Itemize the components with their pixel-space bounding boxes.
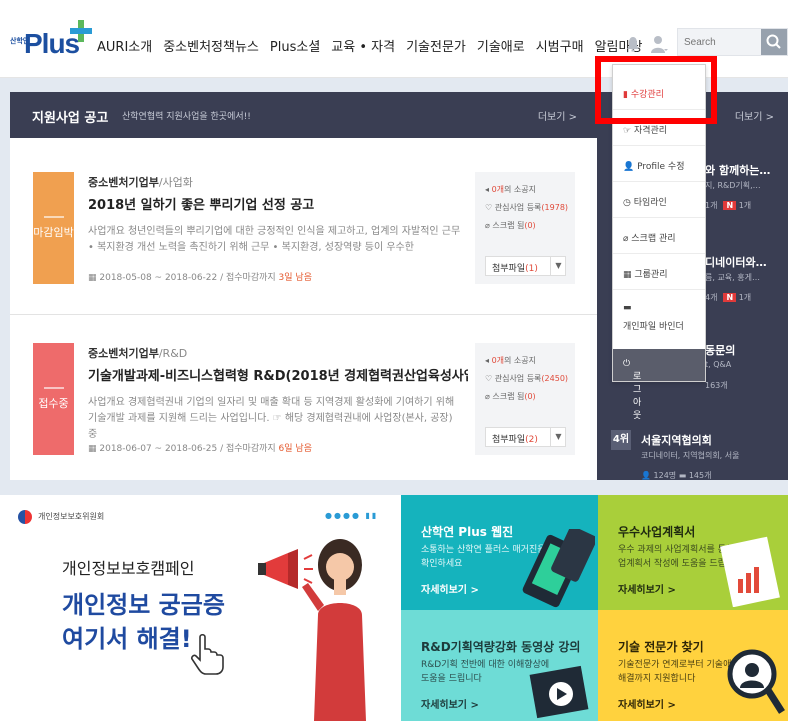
main-nav: AURI소개 중소벤처정책뉴스 Plus소셜 교육 • 자격 기술전문가 기술애… xyxy=(97,36,642,55)
user-icon[interactable] xyxy=(650,34,668,54)
notice-org: 중소벤처기업부/R&D xyxy=(88,347,188,360)
webzine-more-link[interactable]: 자세히보기 > xyxy=(421,581,479,596)
find-expert-more-link[interactable]: 자세히보기 > xyxy=(618,696,676,711)
bell-icon[interactable] xyxy=(626,36,640,52)
nav-item-experts[interactable]: 기술전문가 xyxy=(406,36,466,55)
search-icon xyxy=(766,34,781,49)
nav-item-social[interactable]: Plus소셜 xyxy=(270,36,320,55)
menu-item-profile[interactable]: 👤 Profile 수정 xyxy=(623,159,684,172)
interest-button[interactable]: ♡ 관심사업 등록(1978) xyxy=(485,202,568,213)
tile-find-expert[interactable]: 기술 전문가 찾기 기술전문가 연계로부터 기술애로 해결까지 지원합니다 자세… xyxy=(598,610,788,721)
new-badge: N xyxy=(723,293,737,302)
folder-icon: ▬ xyxy=(623,303,632,313)
banner-line2: 개인정보 궁금증 xyxy=(62,591,225,619)
scrap-button[interactable]: ⌀ 스크랩 됨(0) xyxy=(485,220,536,231)
nav-item-education[interactable]: 교육 • 자격 xyxy=(331,36,395,55)
interest-button[interactable]: ♡ 관심사업 등록(2450) xyxy=(485,373,568,384)
campaign-banner[interactable]: 개인정보보호위원회 ●●●● ▮▮ 개인정보보호캠페인 개인정보 궁금증 여기서… xyxy=(0,495,401,721)
search-input[interactable] xyxy=(684,34,762,51)
magnifier-person-icon xyxy=(727,649,785,714)
support-header: 지원사업 공고 산학연협력 지원사업을 한곳에서!! 더보기 > xyxy=(10,92,597,138)
government-seal-icon xyxy=(18,510,32,524)
tile-rd-lecture[interactable]: R&D기획역량강화 동영상 강의 R&D기획 전반에 대한 이해향상에 도움을 … xyxy=(401,610,598,721)
support-more-link[interactable]: 더보기 > xyxy=(538,108,577,123)
presenter-illustration xyxy=(302,539,366,721)
attachment-dropdown[interactable]: 첨부파일(1) ▼ xyxy=(485,256,566,276)
notice-desc: 사업개요 경제협력권내 기업의 일자리 및 매출 확대 등 지역경제 활성화에 … xyxy=(88,397,455,440)
reply-count[interactable]: ◂ 0개의 소공지 xyxy=(485,355,536,366)
notice-title[interactable]: 기술개발과제-비즈니스협력형 R&D(2018년 경제협력권산업육성사업… xyxy=(88,365,468,384)
status-badge: 마감임박 xyxy=(33,172,74,284)
nav-item-policy-news[interactable]: 중소벤처정책뉴스 xyxy=(163,36,259,55)
banner-line1: 개인정보보호캠페인 xyxy=(62,559,195,578)
business-plan-more-link[interactable]: 자세히보기 > xyxy=(618,581,676,596)
new-badge: N xyxy=(723,201,737,210)
phone-illustration xyxy=(522,529,595,608)
carousel-dots[interactable]: ●●●● ▮▮ xyxy=(325,511,378,520)
tile-business-plan[interactable]: 우수사업계획서 우수 과제의 사업계획서를 통해 사업계획서 작성에 도움을 드… xyxy=(598,495,788,610)
nav-item-pilot-purchase[interactable]: 시범구매 xyxy=(536,36,584,55)
scrap-button[interactable]: ⌀ 스크랩 됨(0) xyxy=(485,391,536,402)
logout-button[interactable]: ⏻ 로그아웃 xyxy=(613,349,705,421)
notice-desc: 사업개요 청년인력들의 뿌리기업에 대한 긍정적인 인식을 제고하고, 업계의 … xyxy=(88,226,461,253)
notice-title[interactable]: 2018년 일하기 좋은 뿌리기업 선정 공고 xyxy=(88,194,468,213)
nav-item-tech-issues[interactable]: 기술애로 xyxy=(477,36,525,55)
status-badge: 접수중 xyxy=(33,343,74,455)
notice-item[interactable]: 마감임박 중소벤처기업부/사업화 2018년 일하기 좋은 뿌리기업 선정 공고… xyxy=(10,144,597,304)
tile-webzine[interactable]: 산학연 Plus 웹진 소통하는 산학연 플러스 매거진을 확인하세요 자세히보… xyxy=(401,495,598,610)
site-logo[interactable]: 산학연 Plus xyxy=(8,14,94,64)
support-title: 지원사업 공고 xyxy=(32,111,109,126)
highlight-frame xyxy=(595,56,717,124)
banner-org: 개인정보보호위원회 xyxy=(38,512,105,521)
search-button[interactable] xyxy=(761,29,787,55)
ranking-more-link[interactable]: 더보기 > xyxy=(735,108,774,123)
search-box xyxy=(677,28,788,56)
nav-item-about[interactable]: AURI소개 xyxy=(97,36,152,55)
menu-item-certification[interactable]: ☞ 자격관리 xyxy=(623,123,667,136)
banner-line3: 여기서 해결! xyxy=(62,625,192,653)
support-subtitle: 산학연협력 지원사업을 한곳에서!! xyxy=(122,112,251,122)
reply-count[interactable]: ◂ 0개의 소공지 xyxy=(485,184,536,195)
pointer-hand-icon xyxy=(191,633,224,675)
notice-date: ▦ 2018-06-07 ~ 2018-06-25 / 접수마감까지 6일 남음 xyxy=(88,444,312,454)
chevron-down-icon: ▼ xyxy=(550,257,566,275)
rd-lecture-more-link[interactable]: 자세히보기 > xyxy=(421,696,479,711)
logo-plus-icon xyxy=(70,20,92,42)
chevron-down-icon: ▼ xyxy=(550,428,566,446)
notice-item[interactable]: 접수중 중소벤처기업부/R&D 기술개발과제-비즈니스협력형 R&D(2018년… xyxy=(10,314,597,474)
menu-item-timeline[interactable]: ◷ 타임라인 xyxy=(623,195,667,208)
menu-item-scrap[interactable]: ⌀ 스크랩 관리 xyxy=(623,231,676,244)
notice-org: 중소벤처기업부/사업화 xyxy=(88,176,193,189)
notice-actions: ◂ 0개의 소공지 ♡ 관심사업 등록(1978) ⌀ 스크랩 됨(0) 첨부파… xyxy=(475,172,575,284)
support-section: 지원사업 공고 산학연협력 지원사업을 한곳에서!! 더보기 > 마감임박 중소… xyxy=(10,92,597,480)
menu-item-binder[interactable]: ▬ 개인파일 바인더 xyxy=(623,303,684,332)
attachment-dropdown[interactable]: 첨부파일(2) ▼ xyxy=(485,427,566,447)
menu-item-group[interactable]: ▦ 그룹관리 xyxy=(623,267,668,280)
document-chart-icon xyxy=(720,536,780,607)
notice-date: ▦ 2018-05-08 ~ 2018-06-22 / 접수마감까지 3일 남음 xyxy=(88,273,312,283)
video-play-icon xyxy=(529,665,589,719)
notice-actions: ◂ 0개의 소공지 ♡ 관심사업 등록(2450) ⌀ 스크랩 됨(0) 첨부파… xyxy=(475,343,575,455)
rank-badge: 4위 xyxy=(611,430,631,450)
